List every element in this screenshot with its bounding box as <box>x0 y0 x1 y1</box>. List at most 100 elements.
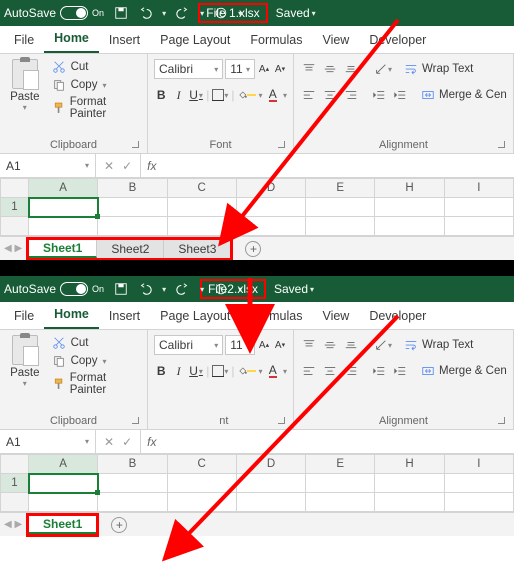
history-icon[interactable] <box>214 282 228 296</box>
tab-insert[interactable]: Insert <box>99 27 150 53</box>
cell[interactable] <box>375 198 444 217</box>
cell[interactable] <box>98 217 167 236</box>
col-header-a[interactable]: A <box>29 179 98 198</box>
redo-icon[interactable] <box>176 282 190 296</box>
tab-developer[interactable]: Developer <box>359 303 436 329</box>
tab-formulas[interactable]: Formulas <box>240 27 312 53</box>
col-header-i[interactable]: I <box>444 455 513 474</box>
cell[interactable] <box>29 217 98 236</box>
col-header-a[interactable]: A <box>29 455 98 474</box>
merge-center-button[interactable]: Merge & Cen <box>421 364 507 378</box>
cell[interactable] <box>306 198 375 217</box>
tab-home[interactable]: Home <box>44 301 99 329</box>
italic-button[interactable]: I <box>171 361 185 381</box>
cell-a1[interactable] <box>29 474 98 493</box>
orientation-button[interactable]: ▾ <box>374 335 392 355</box>
col-header-b[interactable]: B <box>98 455 167 474</box>
wrap-text-button[interactable]: Wrap Text <box>404 338 473 352</box>
sheet-tab-sheet2[interactable]: Sheet2 <box>97 240 164 258</box>
undo-icon[interactable] <box>138 6 152 20</box>
name-box[interactable]: A1 ▾ <box>0 154 96 177</box>
col-header-d[interactable]: D <box>236 455 305 474</box>
cancel-icon[interactable]: ✕ <box>104 435 114 449</box>
bold-button[interactable]: B <box>154 361 168 381</box>
align-bottom-button[interactable] <box>342 59 360 79</box>
name-box[interactable]: A1 ▾ <box>0 430 96 453</box>
group-label-alignment[interactable]: Alignment <box>300 413 507 429</box>
spreadsheet-grid[interactable]: A B C D E H I 1 <box>0 178 514 236</box>
saved-indicator[interactable]: Saved ▾ <box>274 282 314 296</box>
enter-icon[interactable]: ✓ <box>122 435 132 449</box>
align-bottom-button[interactable] <box>342 335 360 355</box>
cell[interactable] <box>444 474 513 493</box>
tab-file[interactable]: File <box>4 27 44 53</box>
cut-button[interactable]: Cut <box>52 60 141 74</box>
col-header-e[interactable]: E <box>306 179 375 198</box>
row-header-1[interactable]: 1 <box>1 198 29 217</box>
cell[interactable] <box>306 493 375 512</box>
font-size-combo[interactable]: 11 ▾ <box>225 59 255 79</box>
redo-dropdown-icon[interactable]: ▾ <box>200 285 204 294</box>
align-middle-button[interactable] <box>321 335 339 355</box>
cell[interactable] <box>167 493 236 512</box>
select-all-corner[interactable] <box>1 455 29 474</box>
sheet-tab-sheet3[interactable]: Sheet3 <box>164 240 230 258</box>
cell[interactable] <box>236 493 305 512</box>
cell[interactable] <box>306 474 375 493</box>
cell[interactable] <box>98 474 167 493</box>
add-sheet-button[interactable]: + <box>111 517 127 533</box>
merge-center-button[interactable]: Merge & Cen <box>421 88 507 102</box>
align-left-button[interactable] <box>300 85 318 105</box>
qat-customize-icon[interactable]: ▾ <box>238 285 242 294</box>
tab-insert[interactable]: Insert <box>99 303 150 329</box>
borders-button[interactable]: ▾ <box>212 361 228 381</box>
cell[interactable] <box>236 198 305 217</box>
cell[interactable] <box>375 217 444 236</box>
autosave-toggle[interactable]: AutoSave On <box>4 6 104 20</box>
wrap-text-button[interactable]: Wrap Text <box>404 62 473 76</box>
increase-font-button[interactable]: A▴ <box>257 335 271 355</box>
format-painter-button[interactable]: Format Painter <box>52 372 141 396</box>
sheet-nav[interactable]: ◀ ▶ <box>4 243 22 254</box>
save-icon[interactable] <box>114 6 128 20</box>
fill-color-button[interactable] <box>238 85 256 105</box>
saved-indicator[interactable]: Saved ▾ <box>276 6 316 20</box>
sheet-tab-sheet1[interactable]: Sheet1 <box>29 240 97 258</box>
underline-button[interactable]: U▾ <box>189 361 203 381</box>
group-label-font[interactable]: Font <box>154 137 287 153</box>
increase-font-button[interactable]: A▴ <box>257 59 271 79</box>
tab-page-layout[interactable]: Page Layout <box>150 303 240 329</box>
bold-button[interactable]: B <box>154 85 168 105</box>
col-header-h[interactable]: H <box>375 179 444 198</box>
font-size-combo[interactable]: 11 ▾ <box>225 335 255 355</box>
fx-label[interactable]: fx <box>141 430 162 453</box>
borders-button[interactable]: ▾ <box>212 85 228 105</box>
cell-a1[interactable] <box>29 198 98 217</box>
font-color-button[interactable]: A <box>266 361 280 381</box>
format-painter-button[interactable]: Format Painter <box>52 96 141 120</box>
qat-customize-icon[interactable]: ▾ <box>238 9 242 18</box>
group-label-clipboard[interactable]: Clipboard <box>6 413 141 429</box>
row-header[interactable] <box>1 493 29 512</box>
decrease-indent-button[interactable] <box>370 361 388 381</box>
col-header-c[interactable]: C <box>167 455 236 474</box>
paste-button[interactable]: Paste ▾ <box>6 333 44 413</box>
font-family-combo[interactable]: Calibri ▾ <box>154 335 223 355</box>
spreadsheet-grid[interactable]: A B C D E H I 1 <box>0 454 514 512</box>
cell[interactable] <box>167 198 236 217</box>
cell[interactable] <box>98 198 167 217</box>
cell[interactable] <box>98 493 167 512</box>
decrease-indent-button[interactable] <box>370 85 388 105</box>
cell[interactable] <box>236 217 305 236</box>
cell[interactable] <box>444 217 513 236</box>
chevron-down-icon[interactable]: ▾ <box>259 91 263 100</box>
decrease-font-button[interactable]: A▾ <box>273 59 287 79</box>
cell[interactable] <box>444 493 513 512</box>
undo-icon[interactable] <box>138 282 152 296</box>
fx-label[interactable]: fx <box>141 154 162 177</box>
row-header-1[interactable]: 1 <box>1 474 29 493</box>
decrease-font-button[interactable]: A▾ <box>273 335 287 355</box>
col-header-d[interactable]: D <box>236 179 305 198</box>
add-sheet-button[interactable]: + <box>245 241 261 257</box>
row-header[interactable] <box>1 217 29 236</box>
